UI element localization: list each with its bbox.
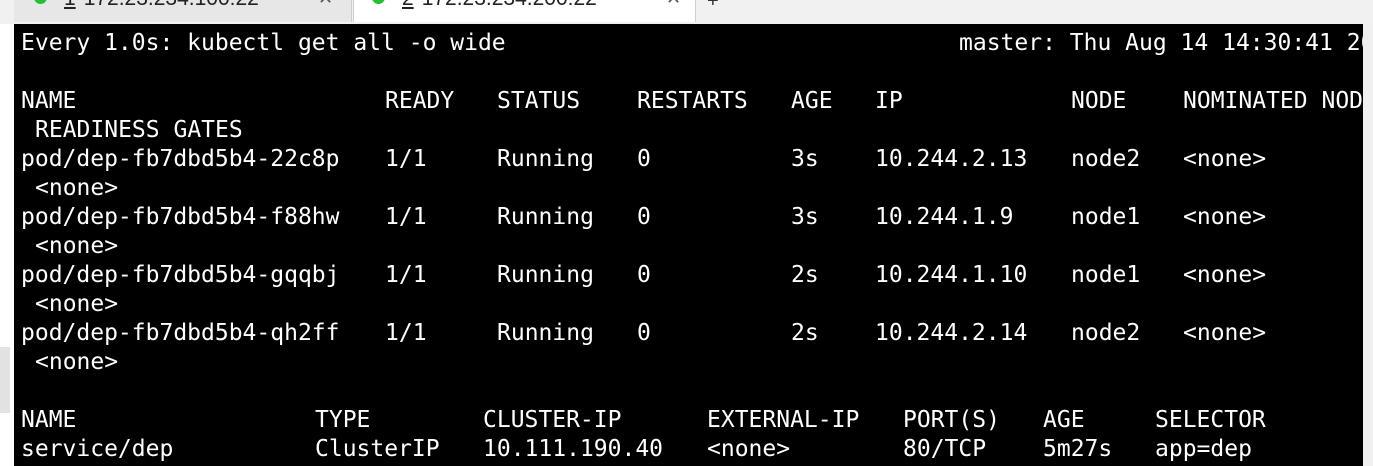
pod-node: node2 [1071,320,1141,346]
pod-status: Running [497,146,594,172]
tab-bar: 1172.23.234.100:22 ✕ 2172.23.234.200:22 … [0,0,1373,24]
pod-readiness-gates: <none> [35,349,119,375]
pod-status: Running [497,204,594,230]
pod-name: pod/dep-fb7dbd5b4-f88hw [21,204,340,230]
pod-restarts: 0 [637,204,651,230]
col-name-header: NAME [21,407,77,433]
side-scroll-handle[interactable] [0,347,10,413]
pod-age: 2s [791,262,819,288]
pod-age: 3s [791,204,819,230]
pod-ip: 10.244.2.13 [875,146,1028,172]
close-icon[interactable]: ✕ [666,0,681,9]
connected-status-icon [34,0,47,4]
col-restarts-header: RESTARTS [637,88,748,114]
tab-session-1[interactable]: 1172.23.234.100:22 ✕ [14,0,352,22]
col-ip-header: IP [875,88,903,114]
pod-readiness-gates: <none> [35,291,119,317]
service-name: service/dep [21,436,174,462]
window-left-edge [0,24,14,466]
close-icon[interactable]: ✕ [318,0,333,9]
col-cluster-ip-header: CLUSTER-IP [483,407,622,433]
terminal-output[interactable]: Every 1.0s: kubectl get all -o wide mast… [14,24,1363,466]
col-readiness-gates-header: READINESS GATES [35,117,243,143]
pod-nominated-node: <none> [1183,320,1267,346]
pod-ip: 10.244.2.14 [875,320,1028,346]
col-selector-header: SELECTOR [1155,407,1266,433]
service-selector: app=dep [1155,436,1252,462]
tab-session-1-label: 1172.23.234.100:22 [64,0,259,11]
col-status-header: STATUS [497,88,581,114]
connected-status-icon [372,0,385,4]
col-type-header: TYPE [315,407,371,433]
service-external-ip: <none> [707,436,791,462]
col-external-ip-header: EXTERNAL-IP [707,407,860,433]
col-ready-header: READY [385,88,455,114]
col-name-header: NAME [21,88,77,114]
pod-ip: 10.244.1.9 [875,204,1014,230]
pod-ready: 1/1 [385,146,427,172]
pod-status: Running [497,262,594,288]
pod-status: Running [497,320,594,346]
pod-age: 2s [791,320,819,346]
col-node-header: NODE [1071,88,1127,114]
tab-session-2-label: 2172.23.234.200:22 [402,0,597,11]
pod-name: pod/dep-fb7dbd5b4-qh2ff [21,320,340,346]
pod-restarts: 0 [637,320,651,346]
pod-ip: 10.244.1.10 [875,262,1028,288]
col-age-header: AGE [791,88,833,114]
pod-readiness-gates: <none> [35,175,119,201]
service-ports: 80/TCP [903,436,987,462]
pod-age: 3s [791,146,819,172]
new-tab-icon[interactable]: + [707,0,719,13]
pod-ready: 1/1 [385,320,427,346]
service-type: ClusterIP [315,436,440,462]
pod-ready: 1/1 [385,262,427,288]
pod-name: pod/dep-fb7dbd5b4-22c8p [21,146,340,172]
col-ports-header: PORT(S) [903,407,1000,433]
service-cluster-ip: 10.111.190.40 [483,436,664,462]
vertical-scrollbar[interactable] [1363,24,1373,466]
service-age: 5m27s [1043,436,1113,462]
tab-session-2[interactable]: 2172.23.234.200:22 ✕ [353,0,696,22]
pod-node: node1 [1071,204,1141,230]
watch-command: Every 1.0s: kubectl get all -o wide [21,30,506,56]
pod-restarts: 0 [637,146,651,172]
pod-ready: 1/1 [385,204,427,230]
pod-nominated-node: <none> [1183,262,1267,288]
pod-node: node1 [1071,262,1141,288]
col-age-header: AGE [1043,407,1085,433]
watch-host-timestamp: master: Thu Aug 14 14:30:41 20 [959,30,1363,56]
pod-restarts: 0 [637,262,651,288]
pod-name: pod/dep-fb7dbd5b4-gqqbj [21,262,340,288]
pod-readiness-gates: <none> [35,233,119,259]
col-nominated-header: NOMINATED NODE [1183,88,1363,114]
pod-nominated-node: <none> [1183,146,1267,172]
pod-node: node2 [1071,146,1141,172]
pod-nominated-node: <none> [1183,204,1267,230]
